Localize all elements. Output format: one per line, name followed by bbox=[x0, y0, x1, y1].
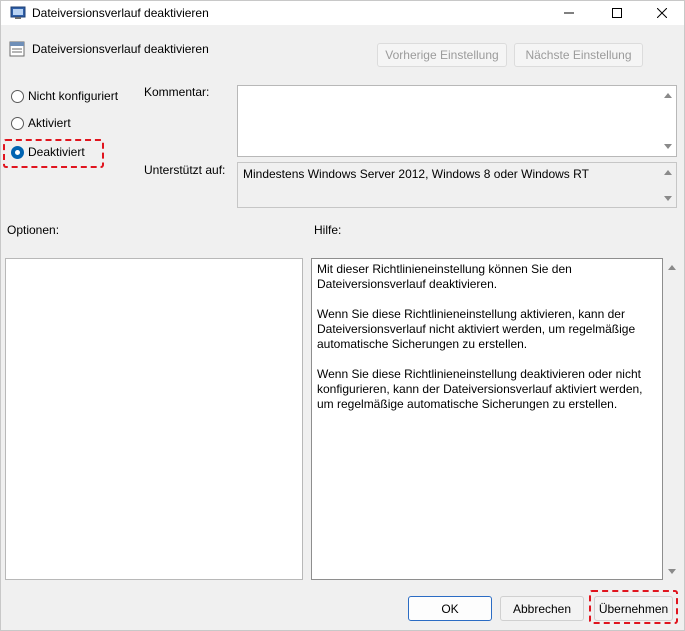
radio-enabled[interactable]: Aktiviert bbox=[11, 116, 71, 130]
minimize-icon[interactable] bbox=[546, 1, 592, 25]
supported-scrollbar[interactable] bbox=[660, 163, 676, 207]
radio-label: Deaktiviert bbox=[28, 145, 85, 159]
help-panel: Mit dieser Richtlinieneinstellung können… bbox=[311, 258, 663, 580]
policy-title: Dateiversionsverlauf deaktivieren bbox=[32, 42, 209, 56]
scroll-down-icon[interactable] bbox=[668, 569, 676, 574]
supported-on-field: Mindestens Windows Server 2012, Windows … bbox=[237, 162, 677, 208]
scroll-up-icon[interactable] bbox=[668, 265, 676, 270]
scroll-up-icon[interactable] bbox=[664, 170, 672, 175]
policy-setting-icon bbox=[9, 41, 25, 57]
maximize-icon[interactable] bbox=[594, 1, 640, 25]
help-label: Hilfe: bbox=[314, 223, 342, 237]
comment-label: Kommentar: bbox=[144, 85, 210, 99]
apply-button[interactable]: Übernehmen bbox=[594, 596, 673, 621]
ok-button[interactable]: OK bbox=[408, 596, 492, 621]
supported-on-value: Mindestens Windows Server 2012, Windows … bbox=[243, 167, 589, 181]
previous-setting-button[interactable]: Vorherige Einstellung bbox=[377, 43, 507, 67]
radio-label: Aktiviert bbox=[28, 116, 71, 130]
supported-on-label: Unterstützt auf: bbox=[144, 163, 226, 177]
options-label: Optionen: bbox=[7, 223, 60, 237]
help-scrollbar[interactable] bbox=[664, 258, 680, 580]
radio-circle[interactable] bbox=[11, 116, 24, 130]
next-setting-button[interactable]: Nächste Einstellung bbox=[514, 43, 643, 67]
radio-circle[interactable] bbox=[11, 89, 24, 103]
app-icon bbox=[10, 6, 26, 19]
options-panel bbox=[5, 258, 303, 580]
radio-label: Nicht konfiguriert bbox=[28, 89, 119, 103]
window-title: Dateiversionsverlauf deaktivieren bbox=[32, 6, 209, 20]
radio-circle-selected[interactable] bbox=[11, 145, 24, 159]
scroll-up-icon[interactable] bbox=[664, 93, 672, 98]
policy-dialog: Dateiversionsverlauf deaktivieren Dateiv… bbox=[0, 0, 685, 631]
scroll-down-icon[interactable] bbox=[664, 144, 672, 149]
close-icon[interactable] bbox=[639, 1, 685, 25]
comment-scrollbar[interactable] bbox=[660, 86, 676, 156]
help-text: Mit dieser Richtlinieneinstellung können… bbox=[317, 262, 643, 411]
radio-disabled[interactable]: Deaktiviert bbox=[11, 145, 85, 159]
cancel-button[interactable]: Abbrechen bbox=[500, 596, 584, 621]
comment-textarea[interactable] bbox=[237, 85, 677, 157]
title-bar: Dateiversionsverlauf deaktivieren bbox=[1, 1, 684, 25]
scroll-down-icon[interactable] bbox=[664, 196, 672, 201]
radio-not-configured[interactable]: Nicht konfiguriert bbox=[11, 89, 118, 103]
